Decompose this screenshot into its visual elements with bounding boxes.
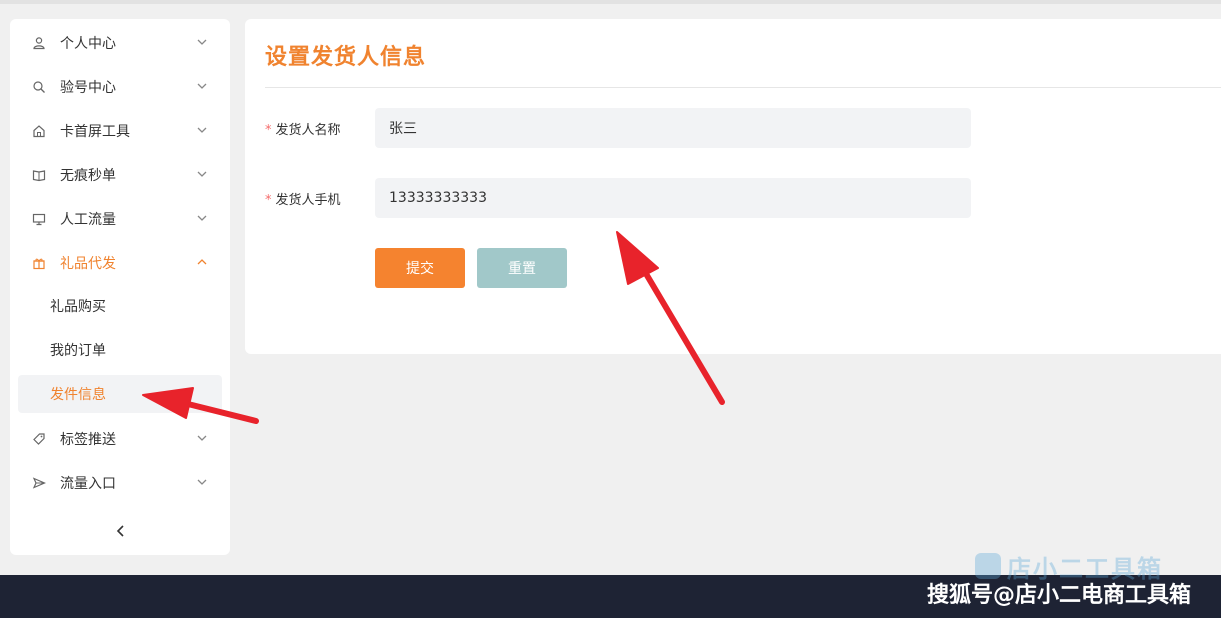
book-icon	[32, 168, 46, 182]
sidebar-item-label: 标签推送	[60, 432, 116, 448]
sidebar-item-manual-traffic[interactable]: 人工流量	[18, 201, 222, 237]
sidebar-subitem-gift-purchase[interactable]: 礼品购买	[18, 287, 222, 325]
watermark-logo: 店小二工具箱	[975, 552, 1221, 583]
chevron-down-icon	[197, 479, 207, 485]
sidebar-item-label: 卡首屏工具	[60, 124, 130, 140]
chevron-up-icon	[197, 259, 207, 265]
user-icon	[32, 36, 46, 50]
sidebar-item-personal-center[interactable]: 个人中心	[18, 25, 222, 61]
top-bar	[0, 0, 1221, 4]
submit-button[interactable]: 提交	[375, 248, 465, 288]
page-title: 设置发货人信息	[265, 45, 427, 70]
chevron-down-icon	[197, 83, 207, 89]
sender-phone-label-text: 发货人手机	[275, 193, 341, 208]
watermark-caption: 搜狐号@店小二电商工具箱	[926, 583, 1191, 608]
required-mark: *	[265, 193, 272, 208]
sidebar-item-label: 流量入口	[60, 476, 116, 492]
sidebar-item-label: 礼品代发	[60, 256, 116, 272]
sidebar-item-traffic-entry[interactable]: 流量入口	[18, 465, 222, 501]
chevron-down-icon	[197, 127, 207, 133]
sender-phone-input[interactable]	[375, 178, 971, 218]
main-panel: 设置发货人信息 *发货人名称 *发货人手机 提交 重置	[245, 19, 1221, 354]
home-icon	[32, 124, 46, 138]
chevron-down-icon	[197, 39, 207, 45]
chevron-down-icon	[197, 171, 207, 177]
sidebar-item-label: 个人中心	[60, 36, 116, 52]
sender-name-label-text: 发货人名称	[275, 123, 341, 138]
sender-name-input[interactable]	[375, 108, 971, 148]
sidebar-subitem-label: 我的订单	[50, 343, 106, 359]
sender-name-label: * 发货人名称	[265, 119, 341, 138]
sidebar-item-verify-center[interactable]: 验号中心	[18, 69, 222, 105]
divider	[265, 87, 1221, 88]
send-icon	[32, 476, 46, 490]
sidebar-item-gift-delivery[interactable]: 礼品代发	[18, 245, 222, 281]
collapse-sidebar-icon[interactable]	[114, 521, 128, 541]
sidebar-subitem-my-orders[interactable]: 我的订单	[18, 331, 222, 369]
sidebar: 个人中心 验号中心 卡首屏工具 无痕秒单 人工流量 礼品代发 礼品购买 我的订单…	[10, 19, 230, 555]
sidebar-item-label: 无痕秒单	[60, 168, 116, 184]
monitor-icon	[32, 212, 46, 226]
sidebar-item-first-screen-tool[interactable]: 卡首屏工具	[18, 113, 222, 149]
sidebar-item-tag-push[interactable]: 标签推送	[18, 421, 222, 457]
logo-icon	[975, 553, 1001, 579]
chevron-down-icon	[197, 215, 207, 221]
tag-icon	[32, 432, 46, 446]
sidebar-item-label: 人工流量	[60, 212, 116, 228]
sidebar-subitem-sender-info[interactable]: 发件信息	[18, 375, 222, 413]
search-icon	[32, 80, 46, 94]
gift-icon	[32, 256, 46, 270]
reset-button[interactable]: 重置	[477, 248, 567, 288]
sidebar-subitem-label: 礼品购买	[50, 299, 106, 315]
required-mark: *	[265, 123, 272, 138]
chevron-down-icon	[197, 435, 207, 441]
sidebar-item-label: 验号中心	[60, 80, 116, 96]
sidebar-item-traceless-order[interactable]: 无痕秒单	[18, 157, 222, 193]
sidebar-subitem-label: 发件信息	[50, 387, 106, 403]
sender-phone-label: * 发货人手机	[265, 189, 341, 208]
